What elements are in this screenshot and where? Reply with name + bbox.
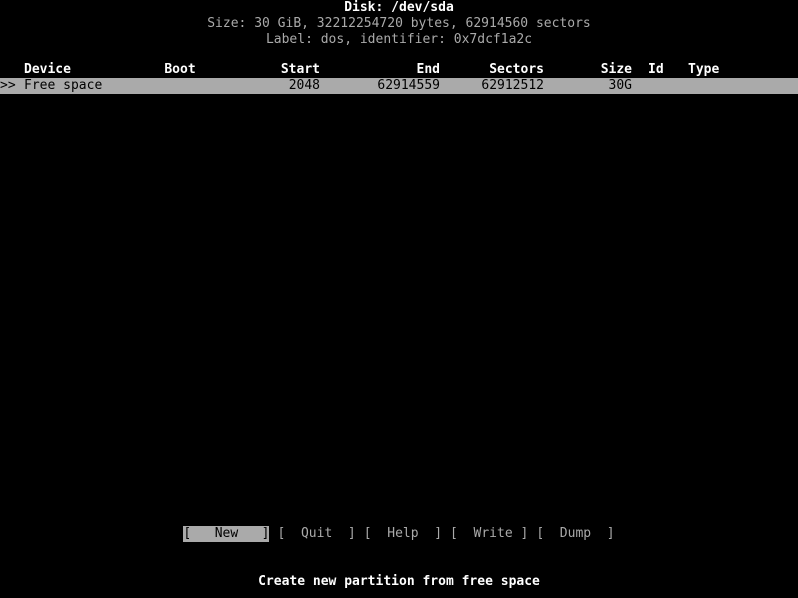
column-header-device: Device xyxy=(24,62,71,77)
row-type xyxy=(688,78,794,94)
table-row[interactable]: >> Free space 2048 62914559 62912512 30G xyxy=(0,78,798,94)
menu-item-write[interactable]: [ Write ] xyxy=(450,526,528,542)
row-id xyxy=(648,78,680,94)
disk-size-line: Size: 30 GiB, 32212254720 bytes, 6291456… xyxy=(207,16,591,31)
row-start: 2048 xyxy=(288,78,320,93)
row-selection-marker: >> xyxy=(0,78,16,93)
disk-info-header: Disk: /dev/sda Size: 30 GiB, 32212254720… xyxy=(0,0,798,48)
row-sectors: 62912512 xyxy=(481,78,544,93)
menu-item-dump[interactable]: [ Dump ] xyxy=(536,526,614,542)
menu-item-quit[interactable]: [ Quit ] xyxy=(277,526,355,542)
row-boot xyxy=(144,78,216,94)
column-header-size: Size xyxy=(600,62,632,77)
column-header-id: Id xyxy=(648,62,664,77)
column-header-boot: Boot xyxy=(164,62,196,77)
menu-item-help[interactable]: [ Help ] xyxy=(364,526,442,542)
status-line: Create new partition from free space xyxy=(258,574,540,589)
action-menu: [ New ] [ Quit ] [ Help ] [ Write ] [ Du… xyxy=(0,526,798,542)
disk-title: Disk: /dev/sda xyxy=(344,0,454,15)
row-end: 62914559 xyxy=(377,78,440,93)
column-header-sectors: Sectors xyxy=(489,62,544,77)
cfdisk-screen: Disk: /dev/sda Size: 30 GiB, 32212254720… xyxy=(0,0,798,598)
menu-item-new[interactable]: [ New ] xyxy=(183,526,270,542)
disk-label-line: Label: dos, identifier: 0x7dcf1a2c xyxy=(265,32,533,47)
table-column-header: Device Boot Start End Sectors Size Id Ty… xyxy=(0,62,798,78)
column-header-type: Type xyxy=(688,62,720,77)
row-size: 30G xyxy=(608,78,632,93)
column-header-marker-spacer xyxy=(0,62,24,78)
partition-table: Device Boot Start End Sectors Size Id Ty… xyxy=(0,62,798,94)
column-header-start: Start xyxy=(280,62,320,77)
column-header-end: End xyxy=(416,62,440,77)
row-device: Free space xyxy=(24,78,103,93)
